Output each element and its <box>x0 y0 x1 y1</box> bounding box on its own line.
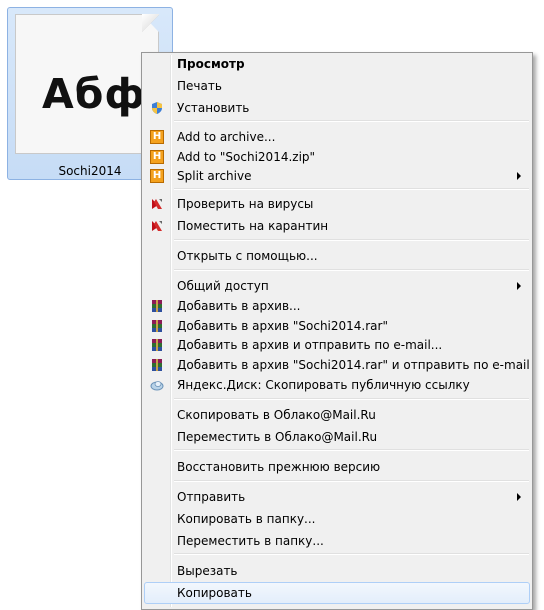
menu-item-add-to-zip[interactable]: H Add to "Sochi2014.zip" <box>144 147 530 167</box>
menu-item-open-with[interactable]: Открыть с помощью... <box>144 246 530 266</box>
submenu-arrow-icon <box>517 282 521 290</box>
menu-item-label: Добавить в архив "Sochi2014.rar" и отпра… <box>177 358 530 372</box>
menu-separator <box>174 480 529 482</box>
menu-item-cut[interactable]: Вырезать <box>144 561 530 581</box>
menu-item-label: Переместить в Облако@Mail.Ru <box>177 430 378 444</box>
menu-item-label: Add to archive... <box>177 130 276 144</box>
submenu-arrow-icon <box>517 172 521 180</box>
menu-item-label: Отправить <box>177 490 246 504</box>
menu-item-rar-add-email[interactable]: Добавить в архив и отправить по e-mail..… <box>144 335 530 355</box>
menu-item-label: Общий доступ <box>177 279 269 293</box>
menu-item-label: Копировать в папку... <box>177 512 316 526</box>
menu-item-copy-to-folder[interactable]: Копировать в папку... <box>144 509 530 529</box>
haozip-icon: H <box>150 130 164 144</box>
uac-shield-icon <box>150 101 164 115</box>
menu-item-label: Split archive <box>177 169 252 183</box>
menu-item-label: Открыть с помощью... <box>177 249 318 263</box>
kaspersky-icon <box>150 219 164 233</box>
haozip-icon: H <box>150 150 164 164</box>
yandex-disk-icon <box>150 378 164 392</box>
menu-item-copy-to-mail-cloud[interactable]: Скопировать в Облако@Mail.Ru <box>144 405 530 425</box>
menu-item-print[interactable]: Печать <box>144 76 530 96</box>
submenu-arrow-icon <box>517 493 521 501</box>
menu-item-label: Проверить на вирусы <box>177 197 314 211</box>
menu-item-restore-previous-version[interactable]: Восстановить прежнюю версию <box>144 457 530 477</box>
menu-item-preview[interactable]: Просмотр <box>144 54 530 74</box>
menu-item-label: Поместить на карантин <box>177 219 329 233</box>
menu-item-share[interactable]: Общий доступ <box>144 276 530 296</box>
menu-item-rar-add[interactable]: Добавить в архив... <box>144 296 530 316</box>
menu-item-label: Копировать <box>177 586 252 600</box>
menu-separator <box>174 188 529 190</box>
menu-item-scan-viruses[interactable]: Проверить на вирусы <box>144 194 530 214</box>
menu-item-move-to-mail-cloud[interactable]: Переместить в Облако@Mail.Ru <box>144 427 530 447</box>
menu-item-rar-add-named[interactable]: Добавить в архив "Sochi2014.rar" <box>144 316 530 336</box>
winrar-icon <box>150 338 164 352</box>
menu-item-label: Печать <box>177 79 222 93</box>
menu-item-label: Вырезать <box>177 564 238 578</box>
menu-separator <box>174 553 529 555</box>
menu-separator <box>174 239 529 241</box>
menu-separator <box>174 120 529 122</box>
menu-item-label: Просмотр <box>177 57 245 71</box>
menu-separator <box>174 449 529 451</box>
haozip-icon: H <box>150 169 164 183</box>
menu-item-label: Переместить в папку... <box>177 534 324 548</box>
menu-item-split-archive[interactable]: H Split archive <box>144 166 530 186</box>
winrar-icon <box>150 299 164 313</box>
menu-item-send-to[interactable]: Отправить <box>144 487 530 507</box>
menu-item-label: Добавить в архив и отправить по e-mail..… <box>177 338 443 352</box>
menu-item-add-to-archive[interactable]: H Add to archive... <box>144 127 530 147</box>
kaspersky-icon <box>150 197 164 211</box>
menu-item-label: Добавить в архив "Sochi2014.rar" <box>177 319 388 333</box>
menu-separator <box>174 398 529 400</box>
menu-item-rar-add-named-email[interactable]: Добавить в архив "Sochi2014.rar" и отпра… <box>144 355 530 375</box>
menu-item-label: Яндекс.Диск: Скопировать публичную ссылк… <box>177 378 470 392</box>
menu-separator <box>174 269 529 271</box>
menu-item-label: Восстановить прежнюю версию <box>177 460 381 474</box>
menu-item-move-to-folder[interactable]: Переместить в папку... <box>144 531 530 551</box>
menu-item-quarantine[interactable]: Поместить на карантин <box>144 216 530 236</box>
menu-item-label: Добавить в архив... <box>177 299 301 313</box>
menu-item-copy[interactable]: Копировать <box>144 582 530 604</box>
menu-item-label: Установить <box>177 101 250 115</box>
menu-item-label: Скопировать в Облако@Mail.Ru <box>177 408 376 422</box>
winrar-icon <box>150 358 164 372</box>
font-preview-text: Абф <box>42 70 147 118</box>
menu-item-label: Add to "Sochi2014.zip" <box>177 150 316 164</box>
winrar-icon <box>150 319 164 333</box>
menu-item-install[interactable]: Установить <box>144 98 530 118</box>
page-fold-corner <box>142 14 159 32</box>
menu-item-yandex-disk-link[interactable]: Яндекс.Диск: Скопировать публичную ссылк… <box>144 375 530 395</box>
context-menu: Просмотр Печать Установить H Add to arch… <box>141 52 533 610</box>
